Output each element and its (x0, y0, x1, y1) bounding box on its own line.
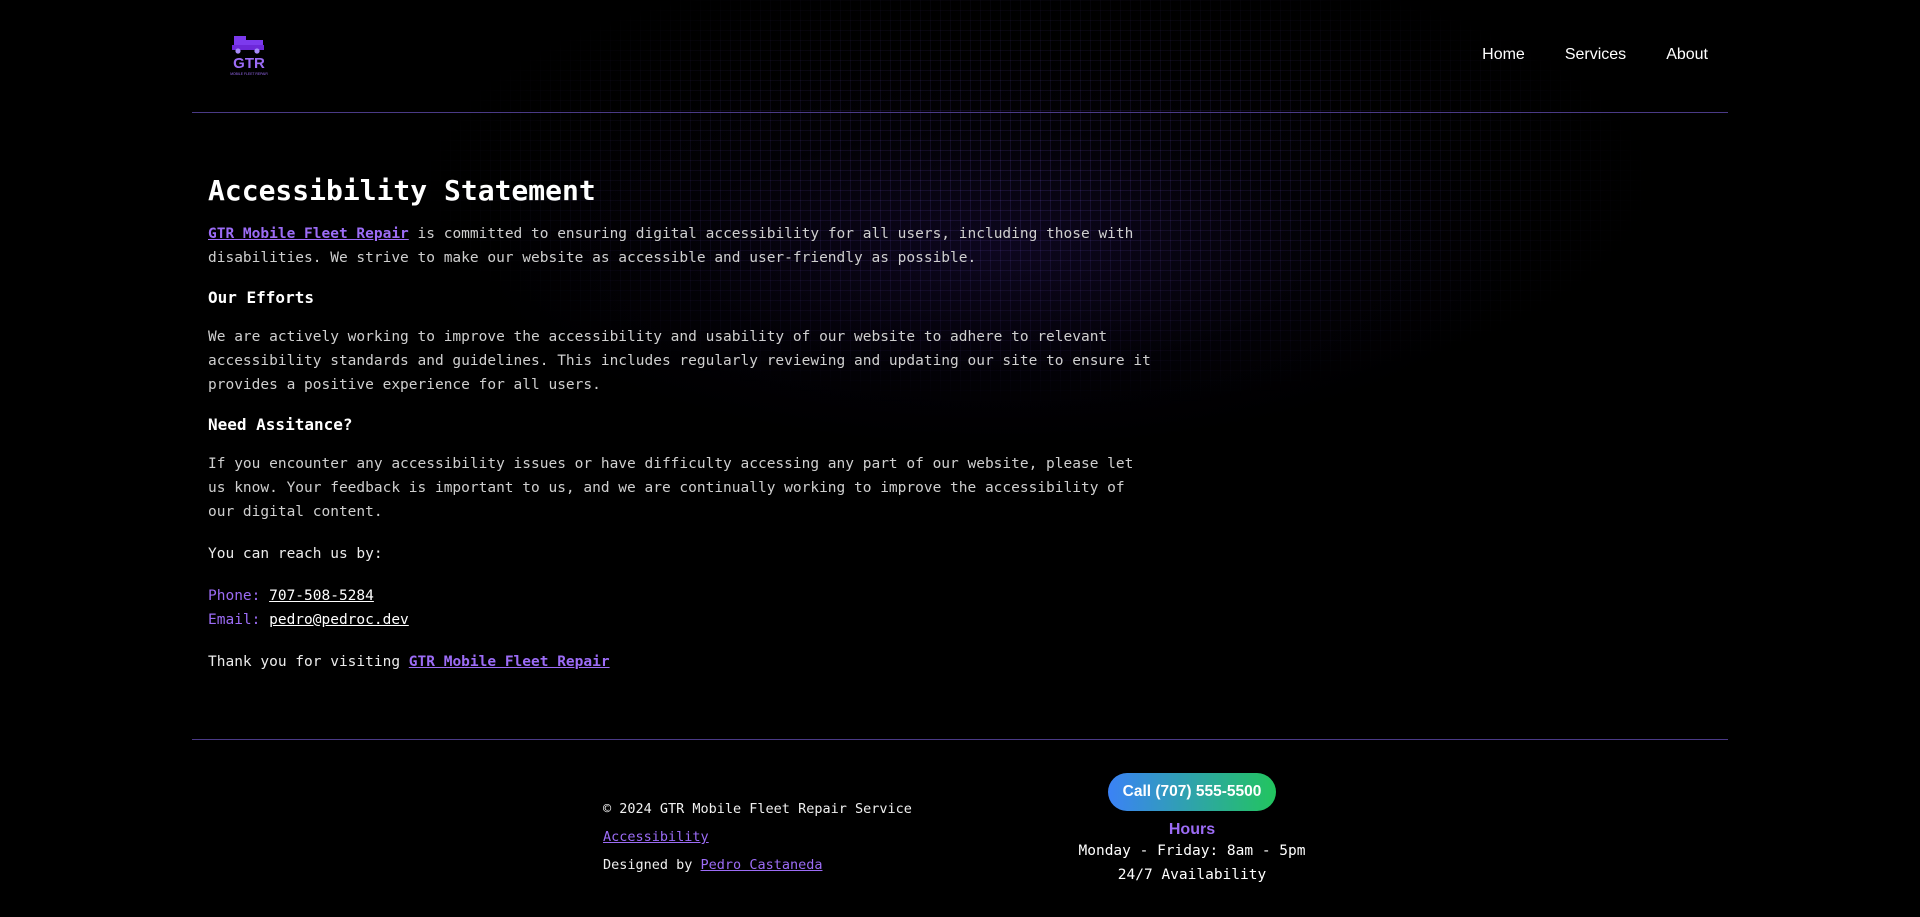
hours-weekday: Monday - Friday: 8am - 5pm (1078, 843, 1306, 859)
gtr-truck-logo-icon: GTR MOBILE FLEET REPAIR (230, 36, 268, 76)
efforts-heading: Our Efforts (208, 288, 314, 307)
thanks-brand-link[interactable]: GTR Mobile Fleet Repair (409, 654, 610, 670)
thanks-paragraph: Thank you for visiting GTR Mobile Fleet … (208, 650, 1156, 674)
reach-us-text: You can reach us by: (208, 545, 383, 562)
footer-contact: Call (707) 555-5500 Hours Monday - Frida… (1072, 773, 1312, 887)
site-footer: © 2024 GTR Mobile Fleet Repair Service A… (192, 739, 1728, 917)
copyright-text: © 2024 GTR Mobile Fleet Repair Service (603, 801, 912, 817)
hours-title: Hours (1168, 821, 1216, 838)
contact-block: Phone: 707-508-5284 Email: pedro@pedroc.… (208, 584, 1156, 632)
main-nav: Home Services About (1482, 46, 1708, 64)
phone-link[interactable]: 707-508-5284 (269, 588, 374, 604)
email-label: Email: (208, 611, 270, 628)
nav-about-link[interactable]: About (1666, 46, 1708, 64)
assistance-paragraph: If you encounter any accessibility issue… (208, 455, 1134, 520)
phone-label: Phone: (208, 587, 270, 604)
page-title: Accessibility Statement (208, 174, 596, 207)
site-header: GTR MOBILE FLEET REPAIR Home Services Ab… (192, 0, 1728, 113)
thanks-text: Thank you for visiting (208, 653, 409, 670)
nav-home-link[interactable]: Home (1482, 46, 1525, 64)
designed-by-line: Designed by Pedro Castaneda (603, 851, 912, 879)
intro-paragraph: GTR Mobile Fleet Repair is committed to … (208, 222, 1156, 270)
logo-text: GTR (233, 55, 265, 72)
logo-tagline: MOBILE FLEET REPAIR (230, 72, 268, 76)
efforts-paragraph: We are actively working to improve the a… (208, 328, 1151, 393)
hours-availability: 24/7 Availability (1117, 867, 1267, 883)
accessibility-link[interactable]: Accessibility (603, 829, 709, 845)
site-logo[interactable]: GTR MOBILE FLEET REPAIR (226, 34, 272, 78)
intro-brand-link[interactable]: GTR Mobile Fleet Repair (208, 226, 409, 242)
designer-link[interactable]: Pedro Castaneda (701, 857, 823, 873)
email-link[interactable]: pedro@pedroc.dev (269, 612, 409, 628)
main-content: Accessibility Statement GTR Mobile Fleet… (192, 113, 1172, 740)
page-container: GTR MOBILE FLEET REPAIR Home Services Ab… (192, 0, 1728, 883)
call-button[interactable]: Call (707) 555-5500 (1107, 773, 1277, 811)
designed-by-text: Designed by (603, 857, 701, 873)
assistance-heading: Need Assitance? (208, 414, 353, 434)
footer-info: © 2024 GTR Mobile Fleet Repair Service A… (603, 795, 912, 879)
nav-services-link[interactable]: Services (1565, 46, 1626, 64)
